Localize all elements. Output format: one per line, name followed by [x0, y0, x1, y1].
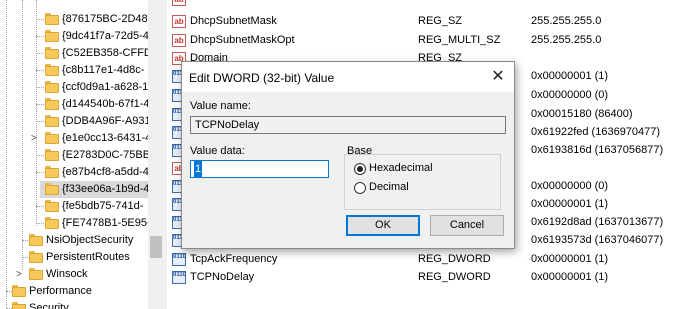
tree-item[interactable]: {9dc41f7a-72d5-4 [0, 28, 148, 45]
tree-item[interactable]: {DDB4A96F-A931 [0, 113, 148, 130]
tree-item[interactable]: {C52EB358-CFFD- [0, 45, 148, 62]
value-name-field[interactable]: TCPNoDelay [190, 116, 506, 134]
value-name-label: Value name: [190, 100, 251, 112]
value-data-label: Value data: [190, 145, 245, 157]
folder-icon [45, 81, 59, 93]
pane-splitter[interactable] [164, 0, 167, 309]
tree-item[interactable]: {ccf0d9a1-a628-1 [0, 79, 148, 96]
folder-icon [45, 47, 59, 59]
chevron-right-icon[interactable]: > [16, 266, 22, 283]
folder-icon [45, 149, 59, 161]
tree-item[interactable]: > Winsock [0, 266, 148, 283]
hexadecimal-radio[interactable] [354, 163, 366, 175]
dialog-titlebar[interactable]: Edit DWORD (32-bit) Value ✕ [182, 62, 514, 92]
tree-scrollbar[interactable] [148, 0, 164, 309]
list-item[interactable]: ab DhcpSubnetMaskOpt REG_MULTI_SZ 255.25… [168, 31, 692, 49]
edit-dword-dialog[interactable]: Edit DWORD (32-bit) Value ✕ Value name: … [181, 61, 515, 249]
registry-tree[interactable]: {876175BC-2D48- {9dc41f7a-72d5-4 {C52EB3… [0, 0, 148, 309]
scrollbar-thumb[interactable] [150, 236, 162, 258]
folder-icon [45, 13, 59, 25]
tree-item[interactable]: {fe5bdb75-741d- [0, 198, 148, 215]
folder-icon [45, 64, 59, 76]
tree-item[interactable]: Performance [0, 283, 148, 300]
tree-item[interactable]: {e87b4cf8-a5dd-4 [0, 164, 148, 181]
folder-icon [45, 217, 59, 229]
folder-icon [45, 200, 59, 212]
tree-item[interactable]: {d144540b-67f1-4 [0, 96, 148, 113]
tree-item[interactable]: {FE7478B1-5E95-4 [0, 215, 148, 232]
list-item[interactable]: 0110 TCPNoDelay REG_DWORD 0x00000001 (1) [168, 268, 692, 286]
ok-button[interactable]: OK [346, 215, 420, 236]
close-icon[interactable]: ✕ [486, 66, 510, 88]
string-value-icon: ab [172, 15, 186, 28]
folder-icon [45, 30, 59, 42]
folder-icon [45, 132, 59, 144]
tree-item[interactable]: Security [0, 300, 148, 309]
tree-item[interactable]: {E2783D0C-75BB- [0, 147, 148, 164]
binary-value-icon: 0110 [172, 253, 186, 266]
string-value-icon: ab [172, 0, 186, 6]
folder-icon [12, 285, 26, 297]
list-item[interactable]: 0110 TcpAckFrequency REG_DWORD 0x0000000… [168, 250, 692, 268]
tree-item[interactable]: {876175BC-2D48- [0, 11, 148, 28]
folder-icon [45, 115, 59, 127]
list-item[interactable]: ab [168, 0, 692, 8]
binary-value-icon: 0110 [172, 271, 186, 284]
hexadecimal-label[interactable]: Hexadecimal [369, 162, 433, 174]
string-value-icon: ab [172, 34, 186, 47]
folder-icon [12, 302, 26, 309]
tree-item[interactable]: PersistentRoutes [0, 249, 148, 266]
decimal-label[interactable]: Decimal [369, 181, 409, 193]
chevron-right-icon[interactable]: > [31, 130, 37, 147]
tree-item-selected[interactable]: {f33ee06a-1b9d-4 [40, 181, 148, 198]
value-data-text: 1 [194, 161, 203, 177]
folder-icon [45, 98, 59, 110]
folder-icon [29, 268, 43, 280]
folder-icon [29, 234, 43, 246]
folder-icon [45, 166, 59, 178]
dialog-title: Edit DWORD (32-bit) Value [189, 71, 335, 85]
tree-item[interactable]: {c8b117e1-4d8c- [0, 62, 148, 79]
decimal-radio[interactable] [354, 182, 366, 194]
list-item[interactable]: ab DhcpSubnetMask REG_SZ 255.255.255.0 [168, 12, 692, 30]
folder-icon [29, 251, 43, 263]
tree-item[interactable]: NsiObjectSecurity [0, 232, 148, 249]
cancel-button[interactable]: Cancel [430, 215, 504, 236]
tree-item[interactable]: > {e1e0cc13-6431-4 [0, 130, 148, 147]
value-data-input[interactable]: 1 [190, 160, 329, 178]
folder-icon [45, 183, 59, 195]
